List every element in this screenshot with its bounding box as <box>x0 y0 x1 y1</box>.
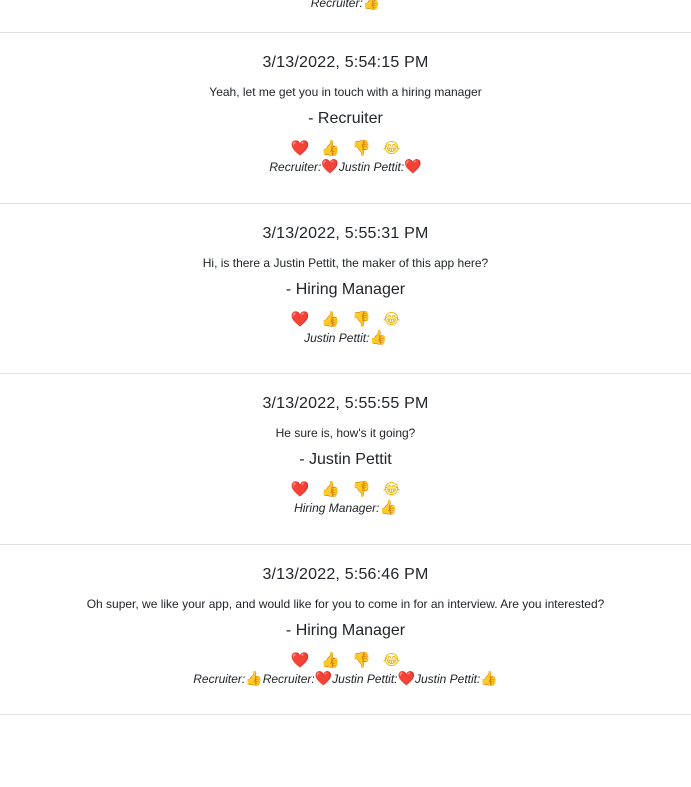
laugh-react-button[interactable]: 😂 <box>380 479 404 499</box>
reactors-line: Justin Pettit:👍 <box>0 329 691 347</box>
laugh-react-button[interactable]: 😂 <box>380 309 404 329</box>
message-card: 3/13/2022, 5:54:15 PM Yeah, let me get y… <box>0 33 691 204</box>
reactors-line: Hiring Manager:👍 <box>0 499 691 517</box>
thumbs-down-react-button[interactable]: 👎 <box>349 309 374 329</box>
message-timestamp: 3/13/2022, 5:55:31 PM <box>262 224 429 242</box>
message-card: 3/13/2022, 5:55:31 PM Hi, is there a Jus… <box>0 204 691 374</box>
heart-react-button[interactable]: ❤️ <box>288 479 313 499</box>
message-text: Oh super, we like your app, and would li… <box>86 596 605 611</box>
reactor-name: Recruiter: <box>193 671 246 686</box>
reaction-buttons: ❤️ 👍 👎 😂 <box>0 138 691 158</box>
message-card: 3/13/2022, 5:56:46 PM Oh super, we like … <box>0 545 691 715</box>
thumbs-up-icon: 👍 <box>245 670 263 687</box>
reactor-name: Justin Pettit: <box>414 671 481 686</box>
reactors-line: Recruiter:❤️Justin Pettit:❤️ <box>0 158 691 176</box>
message-text: Hi, is there a Justin Pettit, the maker … <box>202 255 489 270</box>
partial-message: Recruiter:👍 <box>0 0 691 33</box>
thumbs-down-react-button[interactable]: 👎 <box>349 650 374 670</box>
reactor-name: Recruiter: <box>310 0 363 10</box>
laugh-react-button[interactable]: 😂 <box>380 138 404 158</box>
reaction-buttons: ❤️ 👍 👎 😂 <box>0 309 691 329</box>
message-author: - Justin Pettit <box>299 451 392 468</box>
reactor-name: Justin Pettit: <box>338 160 405 174</box>
heart-react-button[interactable]: ❤️ <box>288 650 313 670</box>
message-timestamp: 3/13/2022, 5:54:15 PM <box>262 54 429 71</box>
reaction-buttons: ❤️ 👍 👎 😂 <box>0 650 691 670</box>
reactor-name: Justin Pettit: <box>332 671 398 686</box>
reactors-line: Recruiter:👍 <box>0 0 691 12</box>
message-author: - Hiring Manager <box>285 280 406 298</box>
thumbs-up-icon: 👍 <box>362 0 381 11</box>
message-text: Yeah, let me get you in touch with a hir… <box>209 85 482 99</box>
thumbs-up-react-button[interactable]: 👍 <box>318 138 343 158</box>
thumbs-up-react-button[interactable]: 👍 <box>318 309 343 329</box>
heart-icon: ❤️ <box>397 670 415 687</box>
heart-icon: ❤️ <box>321 159 339 175</box>
thumbs-down-react-button[interactable]: 👎 <box>349 479 374 499</box>
reactor-name: Recruiter: <box>269 160 322 174</box>
thumbs-up-react-button[interactable]: 👍 <box>318 479 343 499</box>
heart-icon: ❤️ <box>314 670 333 687</box>
reactor-name: Hiring Manager: <box>294 501 380 515</box>
message-timestamp: 3/13/2022, 5:56:46 PM <box>262 565 429 583</box>
heart-icon: ❤️ <box>404 159 422 175</box>
heart-react-button[interactable]: ❤️ <box>288 138 313 158</box>
message-text: He sure is, how's it going? <box>275 426 416 440</box>
thumbs-down-react-button[interactable]: 👎 <box>349 138 374 158</box>
message-author: - Hiring Manager <box>285 621 406 639</box>
thumbs-up-react-button[interactable]: 👍 <box>318 650 343 670</box>
thumbs-up-icon: 👍 <box>369 329 387 346</box>
thumbs-up-icon: 👍 <box>480 670 498 687</box>
reactor-name: Recruiter: <box>262 671 315 686</box>
message-feed: Recruiter:👍 3/13/2022, 5:54:15 PM Yeah, … <box>0 0 691 715</box>
message-card: 3/13/2022, 5:55:55 PM He sure is, how's … <box>0 374 691 545</box>
reactor-name: Justin Pettit: <box>304 330 370 345</box>
reactors-line: Recruiter:👍Recruiter:❤️Justin Pettit:❤️J… <box>0 670 691 688</box>
reaction-buttons: ❤️ 👍 👎 😂 <box>0 479 691 499</box>
laugh-react-button[interactable]: 😂 <box>380 650 404 670</box>
message-author: - Recruiter <box>308 110 383 127</box>
thumbs-up-icon: 👍 <box>379 500 397 516</box>
heart-react-button[interactable]: ❤️ <box>288 309 313 329</box>
message-timestamp: 3/13/2022, 5:55:55 PM <box>262 395 429 412</box>
